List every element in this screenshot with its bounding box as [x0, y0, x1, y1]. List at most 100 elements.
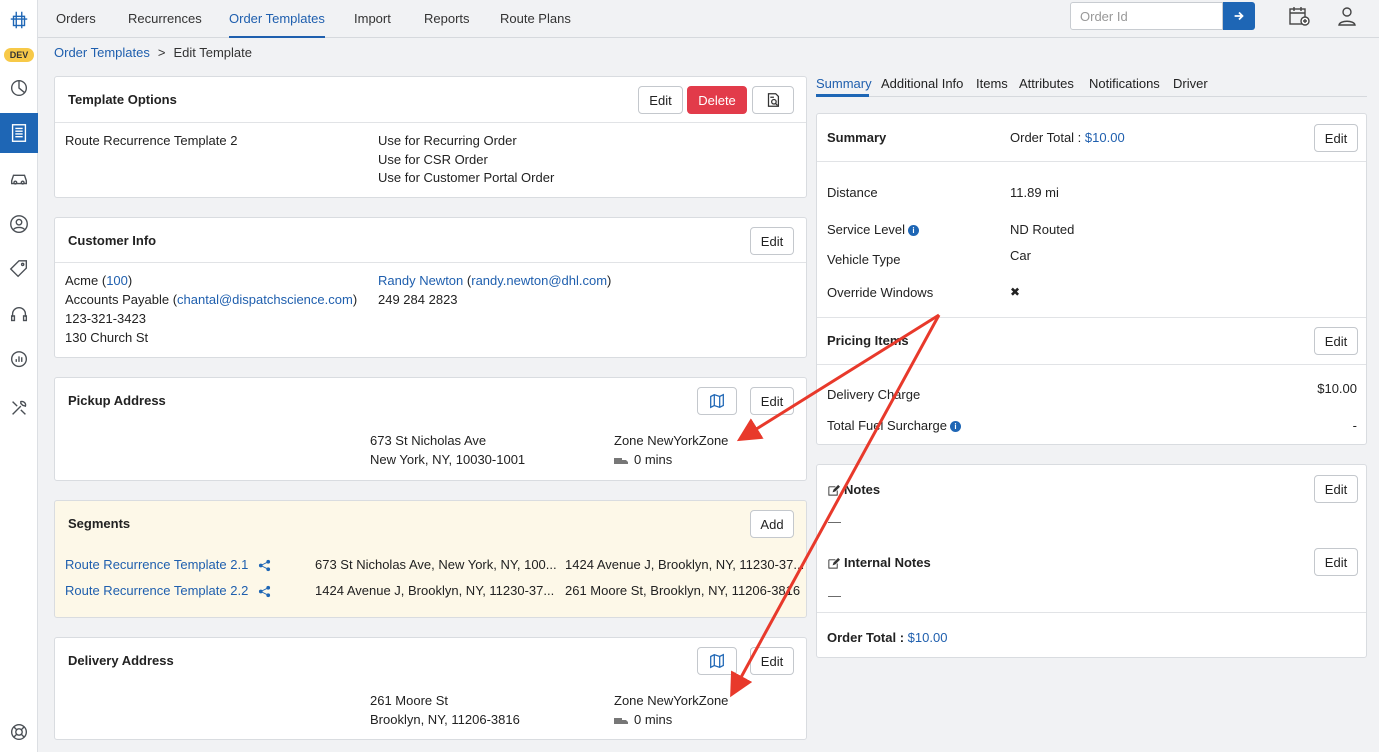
map-pin-icon [710, 393, 724, 409]
new-order-calendar-icon[interactable] [1287, 4, 1311, 28]
segment-row: Route Recurrence Template 2.1 [65, 557, 271, 572]
customer-id-link[interactable]: 100 [106, 273, 128, 288]
divider [817, 364, 1366, 365]
edit-template-button[interactable]: Edit [638, 86, 683, 114]
tabs-divider [816, 96, 1367, 97]
preview-template-button[interactable] [752, 86, 794, 114]
customer-icon[interactable] [0, 204, 38, 244]
info-icon[interactable]: i [949, 421, 961, 433]
nav-tab-orders[interactable]: Orders [56, 0, 96, 38]
use-customer-portal-order: Use for Customer Portal Order [378, 170, 555, 185]
info-icon[interactable]: i [908, 225, 920, 237]
contact: Randy Newton (randy.newton@dhl.com) [378, 273, 612, 288]
service-level-value: ND Routed [1010, 222, 1075, 237]
top-navigation: Orders Recurrences Order Templates Impor… [38, 0, 1379, 38]
customer-phone: 123-321-3423 [65, 311, 146, 326]
segment-row: Route Recurrence Template 2.2 [65, 583, 271, 598]
delivery-wait: 0 mins [614, 712, 672, 727]
edit-pricing-button[interactable]: Edit [1314, 327, 1358, 355]
summary-card: Summary Order Total : $10.00 Edit Distan… [816, 113, 1367, 445]
delivery-address-title: Delivery Address [68, 653, 174, 668]
map-pin-icon [710, 653, 724, 669]
vehicle-type-value: Car [1010, 248, 1031, 263]
edit-delivery-button[interactable]: Edit [750, 647, 794, 675]
segment-from: 673 St Nicholas Ave, New York, NY, 100..… [315, 557, 557, 572]
breadcrumb-parent-link[interactable]: Order Templates [54, 45, 150, 60]
customer-info-card: Customer Info Edit Acme (100) Accounts P… [54, 217, 807, 358]
pickup-wait: 0 mins [614, 452, 672, 467]
segment-name-link[interactable]: Route Recurrence Template 2.2 [65, 583, 248, 598]
template-options-title: Template Options [68, 92, 177, 107]
template-name: Route Recurrence Template 2 [65, 133, 238, 148]
edit-customer-button[interactable]: Edit [750, 227, 794, 255]
card-header: Template Options Edit Delete [55, 77, 806, 123]
tab-notifications[interactable]: Notifications [1089, 76, 1160, 91]
edit-pickup-button[interactable]: Edit [750, 387, 794, 415]
notes-order-total: Order Total : $10.00 [827, 630, 948, 645]
tab-attributes[interactable]: Attributes [1019, 76, 1074, 91]
delivery-map-button[interactable] [697, 647, 737, 675]
notes-title: Notes [827, 482, 880, 497]
segment-to: 1424 Avenue J, Brooklyn, NY, 11230-37... [565, 557, 805, 572]
segments-card: Segments Add Route Recurrence Template 2… [54, 500, 807, 618]
document-search-icon [767, 93, 780, 107]
tab-summary[interactable]: Summary [816, 76, 872, 91]
contact-email-link[interactable]: randy.newton@dhl.com [471, 273, 607, 288]
override-windows-value-icon: ✖ [1010, 285, 1021, 299]
billing-email-link[interactable]: chantal@dispatchscience.com [177, 292, 353, 307]
route-share-icon[interactable] [258, 559, 271, 572]
segment-from: 1424 Avenue J, Brooklyn, NY, 11230-37... [315, 583, 555, 598]
distance-value: 11.89 mi [1010, 185, 1059, 200]
pricing-items-title: Pricing Items [827, 333, 909, 348]
delivery-city: Brooklyn, NY, 11206-3816 [370, 712, 520, 727]
orders-icon[interactable] [0, 113, 38, 153]
app-logo-icon[interactable] [0, 0, 38, 40]
tools-icon[interactable] [0, 388, 38, 428]
edit-note-icon [828, 484, 840, 496]
arrow-right-icon [1234, 11, 1244, 21]
pickup-zone: Zone NewYorkZone [614, 433, 729, 448]
dashboard-icon[interactable] [0, 68, 38, 108]
tab-additional-info[interactable]: Additional Info [881, 76, 963, 91]
truck-icon [614, 717, 628, 724]
contact-phone: 249 284 2823 [378, 292, 458, 307]
truck-icon [614, 457, 628, 464]
analytics-icon[interactable] [0, 340, 38, 380]
delete-template-button[interactable]: Delete [687, 86, 747, 114]
divider [817, 612, 1366, 613]
segment-name-link[interactable]: Route Recurrence Template 2.1 [65, 557, 248, 572]
contact-name-link[interactable]: Randy Newton [378, 273, 463, 288]
edit-internal-notes-button[interactable]: Edit [1314, 548, 1358, 576]
search-go-button[interactable] [1223, 2, 1255, 30]
customer-address: 130 Church St [65, 330, 149, 345]
help-lifebuoy-icon[interactable] [0, 712, 38, 752]
environment-badge: DEV [4, 48, 34, 62]
edit-summary-button[interactable]: Edit [1314, 124, 1358, 152]
nav-tab-reports[interactable]: Reports [424, 0, 470, 38]
nav-tab-import[interactable]: Import [354, 0, 391, 38]
add-segment-button[interactable]: Add [750, 510, 794, 538]
nav-tab-order-templates[interactable]: Order Templates [229, 0, 325, 38]
nav-tab-recurrences[interactable]: Recurrences [128, 0, 202, 38]
pickup-address-card: Pickup Address Edit 673 St Nicholas Ave … [54, 377, 807, 481]
user-profile-icon[interactable] [1335, 4, 1359, 28]
segments-title: Segments [68, 516, 131, 531]
pickup-street: 673 St Nicholas Ave [370, 433, 487, 448]
active-tab-indicator [816, 94, 869, 97]
edit-notes-button[interactable]: Edit [1314, 475, 1358, 503]
tab-items[interactable]: Items [976, 76, 1008, 91]
vehicle-icon[interactable] [0, 158, 38, 198]
card-header: Summary Order Total : $10.00 Edit [817, 114, 1366, 162]
order-id-search-input[interactable] [1070, 2, 1223, 30]
route-share-icon[interactable] [258, 585, 271, 598]
internal-notes-title: Internal Notes [827, 555, 931, 570]
pickup-map-button[interactable] [697, 387, 737, 415]
support-headset-icon[interactable] [0, 295, 38, 335]
use-recurring-order: Use for Recurring Order [378, 133, 517, 148]
pricing-tag-icon[interactable] [0, 249, 38, 289]
customer-info-title: Customer Info [68, 233, 157, 248]
tab-driver[interactable]: Driver [1173, 76, 1208, 91]
edit-note-icon [828, 557, 840, 569]
pickup-address-title: Pickup Address [68, 393, 166, 408]
nav-tab-route-plans[interactable]: Route Plans [500, 0, 571, 38]
